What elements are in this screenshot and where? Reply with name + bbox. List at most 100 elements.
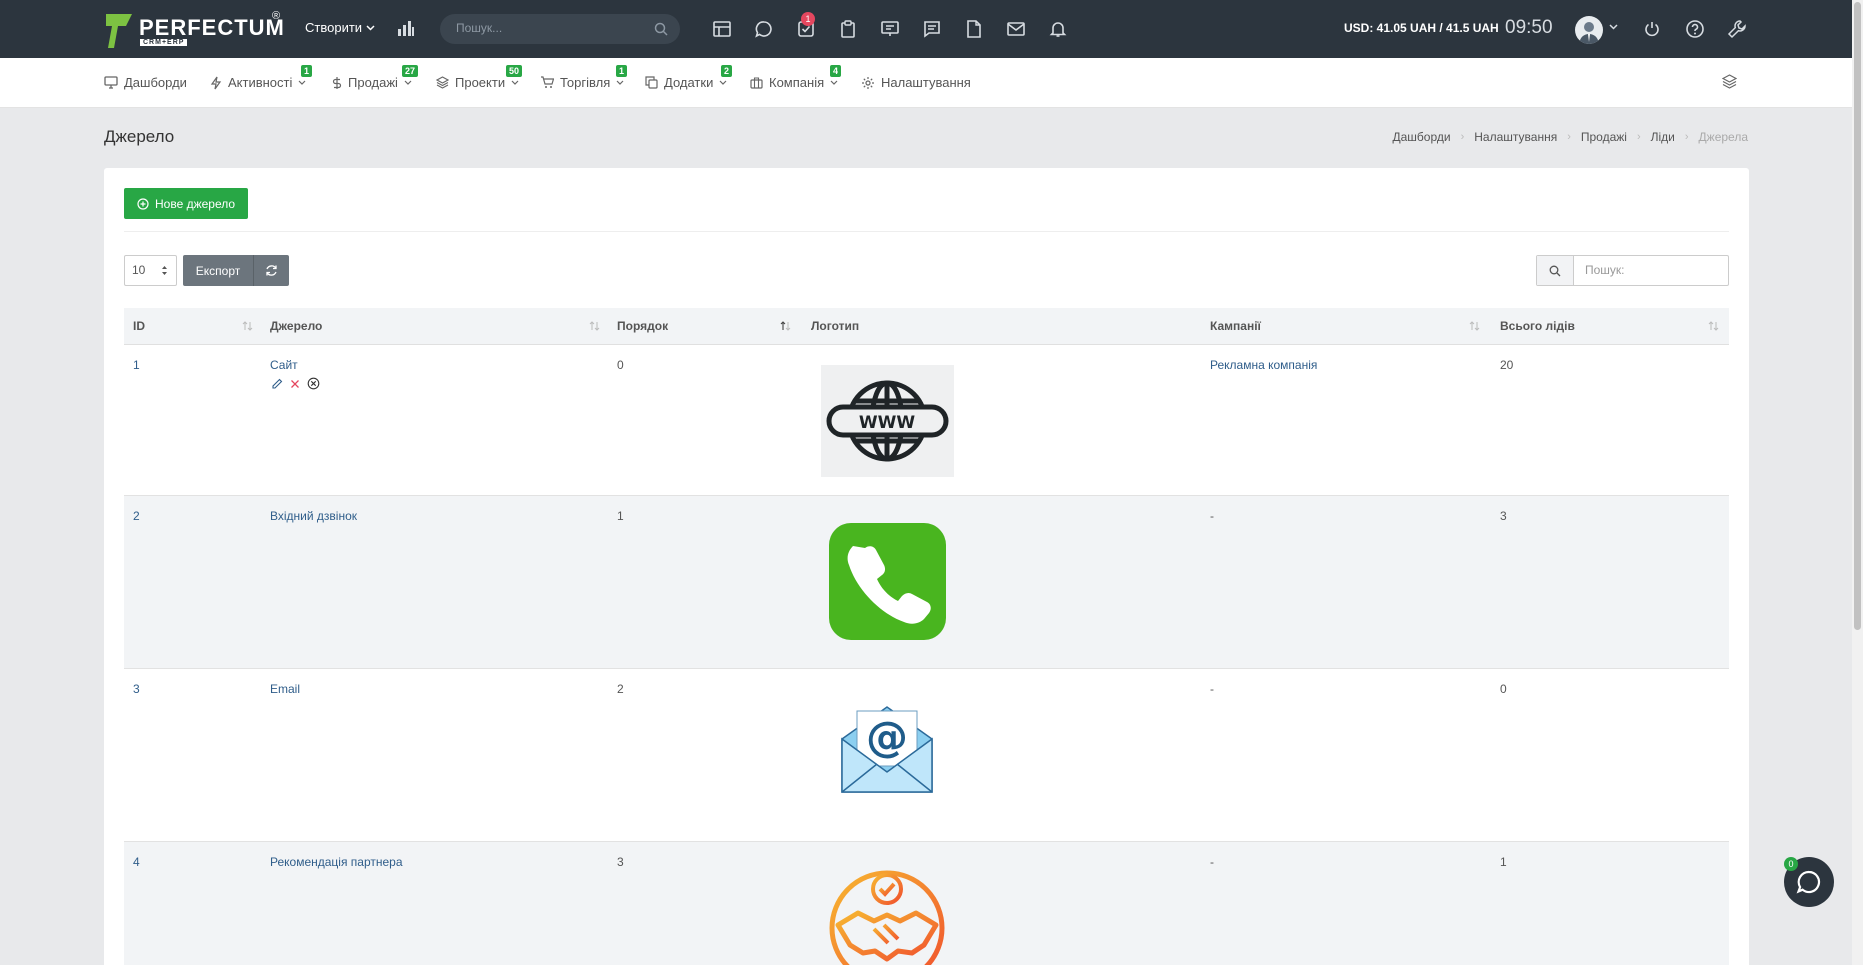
nav-item-activities[interactable]: Активності 1 <box>210 65 313 90</box>
column-header-logo: Логотип <box>811 319 860 333</box>
row-id[interactable]: 1 <box>133 358 140 372</box>
main-nav: Дашборди Активності 1 Продажі 27 Проекти… <box>0 58 1852 108</box>
nav-item-company[interactable]: Компанія 4 <box>750 65 842 90</box>
row-total-leads: 20 <box>1500 358 1514 372</box>
calendar-icon[interactable] <box>710 17 734 41</box>
sort-icon[interactable] <box>1469 321 1480 331</box>
delete-icon[interactable] <box>289 378 301 390</box>
breadcrumb-separator: › <box>1636 131 1641 143</box>
sort-icon[interactable] <box>1708 321 1719 331</box>
nav-label: Активності <box>228 75 293 90</box>
nav-label: Налаштування <box>881 75 971 90</box>
select-arrows-icon <box>162 266 167 275</box>
column-header-campaigns[interactable]: Кампанії <box>1210 308 1261 345</box>
brand-mark-icon <box>106 14 132 48</box>
row-order: 2 <box>617 682 624 696</box>
page-length-select[interactable]: 10 <box>124 255 177 286</box>
row-total-leads: 1 <box>1500 855 1507 869</box>
row-campaign: - <box>1210 682 1214 696</box>
avatar[interactable] <box>1575 16 1603 44</box>
brand-registered: ® <box>272 10 281 22</box>
table-search[interactable] <box>1536 255 1729 286</box>
layers-toggle-icon[interactable] <box>1722 74 1737 89</box>
cart-icon <box>541 76 554 88</box>
stats-icon[interactable] <box>397 19 415 37</box>
power-icon[interactable] <box>1641 18 1663 40</box>
cancel-circle-icon[interactable] <box>307 377 320 390</box>
wrench-icon[interactable] <box>1726 18 1748 40</box>
breadcrumb-item[interactable]: Продажі <box>1581 130 1627 144</box>
nav-label: Дашборди <box>124 75 187 90</box>
row-source[interactable]: Сайт <box>270 358 298 372</box>
table-row: 3 Email 2 @ - 0 <box>124 669 1729 842</box>
chevron-down-icon <box>830 80 838 85</box>
chevron-down-icon[interactable] <box>1609 24 1618 30</box>
nav-label: Компанія <box>769 75 825 90</box>
clipboard-icon[interactable] <box>836 17 860 41</box>
nav-item-dashboards[interactable]: Дашборди <box>104 75 187 90</box>
export-button[interactable]: Експорт <box>183 255 253 286</box>
chevron-down-icon <box>298 80 306 85</box>
handshake-icon <box>826 867 948 965</box>
row-source[interactable]: Рекомендація партнера <box>270 855 403 869</box>
bell-icon[interactable] <box>1046 17 1070 41</box>
row-id[interactable]: 4 <box>133 855 140 869</box>
row-id[interactable]: 2 <box>133 509 140 523</box>
nav-item-trade[interactable]: Торгівля 1 <box>540 65 628 90</box>
column-header-order[interactable]: Порядок <box>617 308 668 345</box>
message-icon[interactable] <box>920 17 944 41</box>
currency-rate: USD: 41.05 UAH / 41.5 UAH <box>1344 21 1499 35</box>
row-campaign: - <box>1210 855 1214 869</box>
presentation-icon[interactable] <box>878 17 902 41</box>
mail-icon[interactable] <box>1004 17 1028 41</box>
nav-item-settings[interactable]: Налаштування <box>861 75 971 90</box>
breadcrumb-item[interactable]: Налаштування <box>1474 130 1557 144</box>
chevron-down-icon <box>616 80 624 85</box>
nav-item-addons[interactable]: Додатки 2 <box>645 65 733 90</box>
breadcrumb-item[interactable]: Ліди <box>1651 130 1675 144</box>
gear-icon <box>862 76 874 89</box>
sort-icon[interactable] <box>242 321 253 331</box>
chat-badge: 0 <box>1784 857 1798 871</box>
row-source[interactable]: Вхідний дзвінок <box>270 509 357 523</box>
page-scrollbar[interactable] <box>1852 0 1863 965</box>
nav-item-sales[interactable]: Продажі 27 <box>332 65 419 90</box>
row-campaign[interactable]: Рекламна компанія <box>1210 358 1317 372</box>
table-search-input[interactable] <box>1585 263 1720 277</box>
file-icon[interactable] <box>962 17 986 41</box>
create-dropdown[interactable]: Створити <box>305 20 375 35</box>
breadcrumb: Дашборди › Налаштування › Продажі › Ліди… <box>1393 130 1749 144</box>
global-search[interactable] <box>440 14 680 44</box>
edit-icon[interactable] <box>271 378 283 390</box>
scrollbar-thumb[interactable] <box>1854 2 1861 630</box>
help-icon[interactable] <box>1684 18 1706 40</box>
table-row: 4 Рекомендація партнера 3 - 1 <box>124 842 1729 965</box>
nav-badge: 50 <box>506 65 523 77</box>
row-id[interactable]: 3 <box>133 682 140 696</box>
row-campaign: - <box>1210 509 1214 523</box>
nav-item-projects[interactable]: Проекти 50 <box>436 65 523 90</box>
row-actions <box>271 377 320 390</box>
breadcrumb-item[interactable]: Дашборди <box>1393 130 1451 144</box>
nav-badge: 1 <box>616 65 628 77</box>
row-order: 1 <box>617 509 624 523</box>
nav-label: Торгівля <box>560 75 611 90</box>
column-header-total-leads[interactable]: Всього лідів <box>1500 308 1575 345</box>
refresh-button[interactable] <box>253 255 289 286</box>
column-header-source[interactable]: Джерело <box>270 308 322 345</box>
chat-icon[interactable] <box>752 17 776 41</box>
column-header-id[interactable]: ID <box>133 308 145 345</box>
chevron-down-icon <box>404 80 412 85</box>
nav-label: Проекти <box>455 75 506 90</box>
briefcase-icon <box>750 76 763 89</box>
sort-asc-icon[interactable] <box>780 321 791 331</box>
brand-subtitle: CRM+ERP <box>140 39 188 46</box>
search-icon[interactable] <box>654 22 668 36</box>
copy-icon <box>645 76 658 89</box>
row-total-leads: 3 <box>1500 509 1507 523</box>
global-search-input[interactable] <box>456 21 646 35</box>
sort-icon[interactable] <box>589 321 600 331</box>
bolt-icon <box>210 76 222 89</box>
row-source[interactable]: Email <box>270 682 300 696</box>
new-source-button[interactable]: Нове джерело <box>124 188 249 219</box>
